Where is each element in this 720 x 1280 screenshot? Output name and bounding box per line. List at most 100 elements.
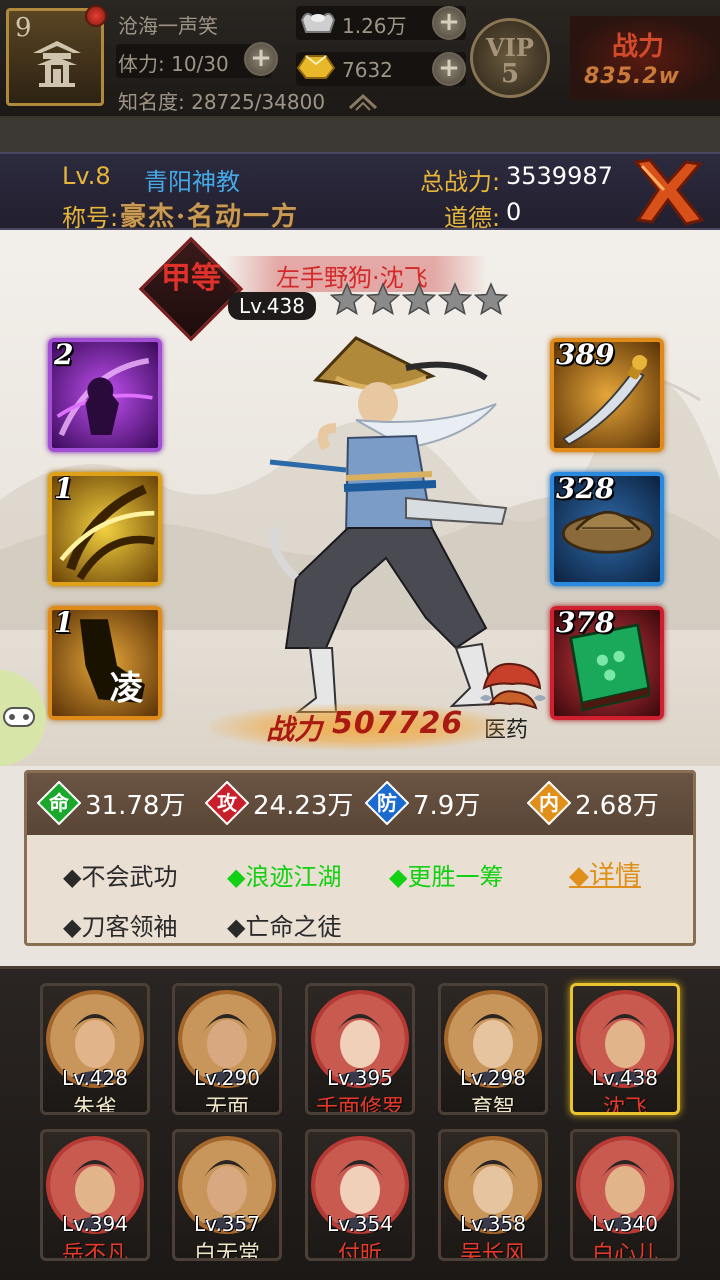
trait-4: ◆刀客领袖 [63,913,178,941]
add-gold-button[interactable]: + [432,52,466,86]
hero-card-name: 无面 [204,1096,249,1115]
hero-card-name: 岳不凡 [61,1242,128,1261]
hero-card[interactable]: Lv.428 朱雀 [40,983,150,1115]
gamepad-icon [3,707,35,727]
hero-card-level: Lv.395 [327,1066,393,1090]
player-power-label: 战力 [612,32,665,62]
hero-card-level: Lv.354 [327,1212,393,1236]
hero-card[interactable]: Lv.358 吴长风 [438,1129,548,1261]
trait-1: ◆不会武功 [63,863,178,891]
hero-card[interactable]: Lv.298 育智 [438,983,548,1115]
star-icon [402,282,436,316]
stat-value: 24.23万 [253,790,354,821]
stat-gem-label: 命 [49,791,69,815]
skill-slot-3[interactable]: 凌 1 [48,606,162,720]
player-power: 战力 835.2w [570,16,720,100]
header-level: Lv.8 [62,162,111,190]
stat-gem-icon: 命 [36,780,82,826]
hero-card[interactable]: Lv.394 岳不凡 [40,1129,150,1261]
stat-value: 2.68万 [575,790,659,821]
hero-card[interactable]: Lv.395 千面修罗 [305,983,415,1115]
title-value: 豪杰·名动一方 [120,202,300,232]
hero-card-name: 沈飞 [602,1096,647,1115]
gold-ingot-icon [296,55,336,79]
morality-value: 0 [506,198,522,226]
hero-card-level: Lv.290 [194,1066,260,1090]
hat-level: 328 [556,472,615,505]
hero-card-level: Lv.428 [62,1066,128,1090]
trait-5: ◆亡命之徒 [227,913,342,941]
stat-gem-label: 内 [539,791,559,815]
grade-text: 甲等 [161,261,221,296]
top-status-bar: 9 沧海一声笑 体力: 10/30 + 知名度: 28725/34800 1.2… [0,0,720,118]
add-stamina-button[interactable]: + [244,42,278,76]
total-power-label: 总战力: [420,168,501,196]
stat-1: 命 31.78万 [36,780,186,826]
star-icon [366,282,400,316]
hero-card[interactable]: Lv.357 白无常 [172,1129,282,1261]
hero-power-value: 507726 [332,706,464,741]
stat-value: 31.78万 [85,790,186,821]
skill-3-glyph: 凌 [110,668,144,707]
stat-gem-label: 防 [377,791,397,815]
hero-card[interactable]: Lv.438 沈飞 [570,983,680,1115]
equip-slot-hat[interactable]: 328 [550,472,664,586]
star-rating [330,282,508,316]
weapon-level: 389 [556,338,615,371]
divider-strip [0,118,720,152]
skill-slot-2[interactable]: 1 [48,472,162,586]
hero-card-level: Lv.357 [194,1212,260,1236]
hero-card-level: Lv.438 [592,1066,658,1090]
hero-card-name: 朱雀 [72,1096,117,1115]
stat-4: 内 2.68万 [526,780,659,826]
attributes-board: 命 31.78万 攻 24.23万防 7.9万 内 2.68万 ◆不会武功 ◆浪迹江湖 ◆更胜一… [24,770,696,946]
hero-card-name: 吴长风 [459,1242,526,1261]
vip-level: 5 [500,59,520,89]
hero-card-name: 付昕 [337,1242,382,1261]
vip-label: VIP [486,33,534,62]
hero-card-level: Lv.394 [62,1212,128,1236]
skill-slot-1[interactable]: 2 [48,338,162,452]
pagoda-icon [33,41,81,87]
hero-card-name: 白心儿 [591,1242,658,1261]
sect-name: 青阳神教 [144,168,240,196]
fame-text: 知名度: 28725/34800 [118,90,326,114]
add-silver-button[interactable]: + [432,6,466,40]
stat-gem-icon: 内 [526,780,572,826]
hero-card[interactable]: Lv.354 付昕 [305,1129,415,1261]
equip-slot-manual[interactable]: 378 [550,606,664,720]
silver-ingot-icon [300,12,336,33]
gold-amount: 7632 [342,58,393,82]
hero-stage: 甲等 左手野狗·沈飞 Lv.438 2 1 凌 1 389 328 378 战力… [0,230,720,766]
stat-gem-icon: 防 [364,780,410,826]
hero-level: Lv.438 [228,292,316,320]
title-label: 称号: [62,204,119,232]
trait-2: ◆浪迹江湖 [227,863,342,891]
skill-2-count: 1 [54,472,74,505]
side-menu-tab[interactable] [0,670,46,766]
hero-card-level: Lv.340 [592,1212,658,1236]
skill-1-count: 2 [54,338,74,371]
skill-3-count: 1 [54,606,74,639]
notification-dot [85,5,107,27]
stat-value: 7.9万 [413,790,481,821]
hero-info-header: Lv.8 青阳神教 总战力: 3539987 称号: 豪杰·名动一方 道德: 0 [0,152,720,232]
close-icon[interactable] [628,156,708,228]
vip-badge[interactable]: VIP 5 [470,18,550,98]
star-icon [474,282,508,316]
total-power-value: 3539987 [506,162,613,190]
hero-card[interactable]: Lv.340 白心儿 [570,1129,680,1261]
attributes-panel: 命 31.78万 攻 24.23万防 7.9万 内 2.68万 ◆不会武功 ◆浪迹江湖 ◆更胜一… [0,766,720,966]
hero-card[interactable]: Lv.290 无面 [172,983,282,1115]
stat-3: 防 7.9万 [364,780,481,826]
hero-card-name: 千面修罗 [315,1096,404,1115]
player-avatar[interactable]: 9 [6,5,107,106]
hero-power-label: 战力 [266,713,323,746]
details-link[interactable]: ◆详情 [569,855,641,892]
hero-roster: Lv.428 朱雀 Lv.290 无面 Lv.395 千面修罗 Lv.298 育智 Lv.438… [0,966,720,1280]
manual-level: 378 [556,606,615,639]
chevron-up-icon[interactable] [348,92,378,112]
stat-gem-label: 攻 [217,791,237,815]
trait-3: ◆更胜一筹 [389,863,504,891]
equip-slot-weapon[interactable]: 389 [550,338,664,452]
